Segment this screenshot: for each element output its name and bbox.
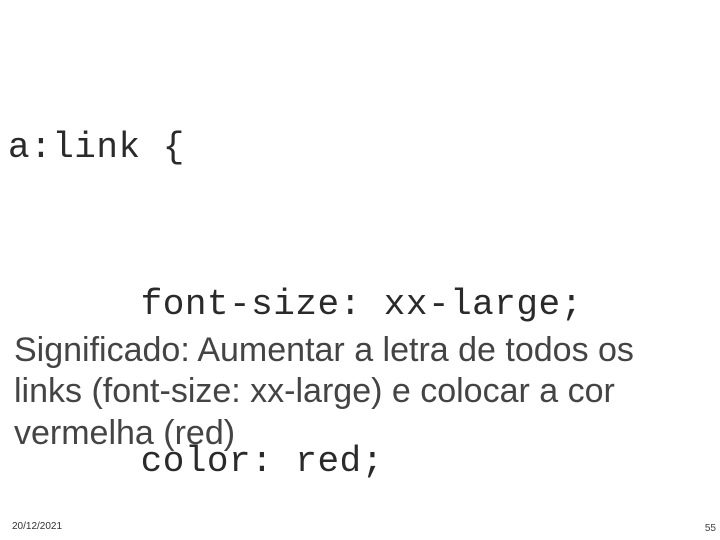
footer-date: 20/12/2021 xyxy=(12,521,62,532)
css-code-block: a:link { font-size: xx-large; color: red… xyxy=(8,18,583,540)
footer-page-number: 55 xyxy=(705,523,716,534)
slide: a:link { font-size: xx-large; color: red… xyxy=(0,0,720,540)
code-line-fontsize: font-size: xx-large; xyxy=(8,279,583,331)
code-line-selector: a:link { xyxy=(8,122,583,174)
description-text: Significado: Aumentar a letra de todos o… xyxy=(14,330,706,454)
